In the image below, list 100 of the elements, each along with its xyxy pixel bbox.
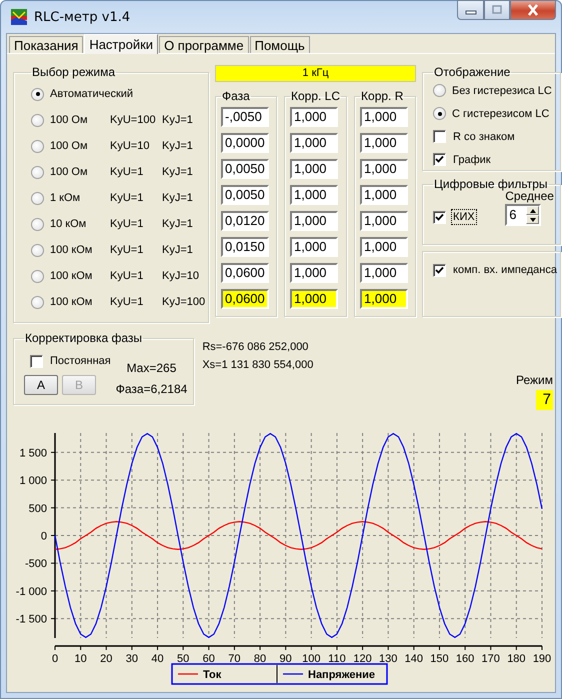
radio-button[interactable] [433, 107, 446, 120]
axis-label: 70 [228, 653, 241, 665]
radio-button[interactable] [31, 192, 44, 204]
option-label: С гистерезисом LC [452, 108, 550, 120]
option-label: 100 Ом [50, 166, 88, 178]
tab[interactable]: Помощь [250, 36, 310, 53]
input-field[interactable]: 1,000 [360, 237, 408, 257]
window-title: RLC-метр v1.4 [34, 10, 130, 24]
tab[interactable]: Показания [9, 36, 84, 53]
axis-label: 90 [280, 653, 292, 665]
close-button[interactable] [510, 0, 556, 20]
axis-label: 150 [430, 653, 449, 665]
close-icon[interactable] [526, 4, 540, 16]
checkbox[interactable] [30, 354, 43, 368]
checkbox[interactable] [433, 264, 446, 276]
axis-label: 120 [353, 653, 372, 665]
option-label: KyJ=100 [162, 296, 206, 308]
input-field[interactable]: 1,000 [360, 211, 408, 231]
input-field[interactable]: 1,000 [290, 263, 338, 283]
axis-label: 130 [379, 653, 398, 665]
input-field[interactable]: 1,000 [290, 107, 338, 127]
option-label: KyU=1 [110, 296, 144, 308]
radio-button[interactable] [31, 88, 44, 100]
input-field[interactable]: 1,000 [360, 133, 408, 153]
input-field[interactable]: 1,000 [290, 159, 338, 179]
spin-field[interactable]: 6 [505, 204, 542, 226]
mode-label: Режим [516, 373, 553, 387]
down-arrow-icon[interactable] [528, 216, 537, 222]
axis-label: 30 [126, 653, 138, 665]
axis-label: 1 000 [19, 475, 47, 488]
input-field[interactable]: 0,0050 [221, 185, 269, 205]
option-label: KyU=10 [110, 140, 150, 152]
radio-button[interactable] [31, 218, 44, 230]
checkbox[interactable] [433, 130, 446, 143]
radio-button[interactable] [31, 244, 44, 256]
checkbox-label: График [452, 152, 492, 166]
input-field[interactable]: 1,000 [360, 289, 408, 309]
input-field[interactable]: 1,000 [360, 159, 408, 179]
checkbox[interactable] [433, 153, 446, 166]
option-label: KyJ=10 [162, 270, 199, 282]
option-label: KyU=1 [110, 192, 144, 204]
phase-value: Фаза=6,2184 [116, 382, 188, 396]
option-label: KyJ=1 [162, 244, 193, 256]
group-title: Корр. LC [290, 89, 342, 103]
radio-button[interactable] [31, 114, 44, 126]
input-field[interactable]: 1,000 [290, 289, 338, 309]
option-label: 100 Ом [50, 114, 88, 126]
input-field[interactable]: 1,000 [360, 263, 408, 283]
input-field[interactable]: 1,000 [290, 237, 338, 257]
correction-button[interactable]: A [24, 375, 58, 395]
option-label: KyJ=1 [162, 218, 193, 230]
input-field[interactable]: -,0050 [221, 107, 269, 127]
option-label: 100 кОм [50, 270, 92, 282]
input-field[interactable]: 0,0600 [221, 289, 269, 309]
legend-line-icon [178, 673, 198, 675]
tab[interactable]: О программе [159, 36, 249, 53]
radio-button[interactable] [31, 296, 44, 308]
input-field[interactable]: 1,000 [290, 185, 338, 205]
option-label: KyJ=1 [162, 192, 193, 204]
radio-button[interactable] [433, 84, 446, 97]
input-field[interactable]: 0,0120 [221, 211, 269, 231]
radio-button[interactable] [31, 166, 44, 178]
input-field[interactable]: 0,0600 [221, 263, 269, 283]
app-icon [10, 8, 28, 26]
tab[interactable]: Настройки [84, 34, 158, 54]
checkbox[interactable] [433, 210, 446, 224]
option-label: 1 кОм [50, 192, 80, 204]
axis-label: 100 [302, 653, 320, 665]
checkbox-label: КИХ [452, 210, 476, 224]
axis-label: 500 [28, 502, 47, 515]
option-label: KyU=1 [110, 244, 144, 256]
input-field[interactable]: 0,0050 [221, 159, 269, 179]
axis-label: 180 [507, 653, 526, 665]
input-field[interactable]: 1,000 [360, 185, 408, 205]
option-label: KyU=1 [110, 218, 144, 230]
input-field[interactable]: 0,0000 [221, 133, 269, 153]
axis-label: -1 000 [16, 586, 47, 598]
mode-value: 7 [536, 390, 553, 410]
axis-label: -1 500 [16, 614, 47, 626]
spin-label: Среднее [505, 189, 554, 203]
input-field[interactable]: 1,000 [290, 211, 338, 231]
option-label: 100 Ом [50, 140, 88, 152]
option-label: KyU=1 [110, 166, 144, 178]
axis-label: 160 [456, 653, 474, 665]
maximize-button[interactable] [484, 0, 510, 20]
axis-label: 10 [74, 653, 87, 665]
option-label: Автоматический [50, 88, 134, 100]
legend-line-icon [283, 673, 303, 675]
option-label: KyU=1 [110, 270, 144, 282]
frequency-indicator: 1 кГц [215, 65, 416, 82]
radio-button[interactable] [31, 140, 44, 152]
axis-label: 170 [482, 653, 500, 665]
up-arrow-icon[interactable] [528, 208, 537, 214]
radio-button[interactable] [31, 270, 44, 282]
input-field[interactable]: 1,000 [290, 133, 338, 153]
minimize-button[interactable] [457, 0, 484, 20]
option-label: 100 кОм [50, 296, 92, 308]
input-field[interactable]: 0,0150 [221, 237, 269, 257]
input-field[interactable]: 1,000 [360, 107, 408, 127]
option-label: KyU=100 [110, 114, 156, 126]
